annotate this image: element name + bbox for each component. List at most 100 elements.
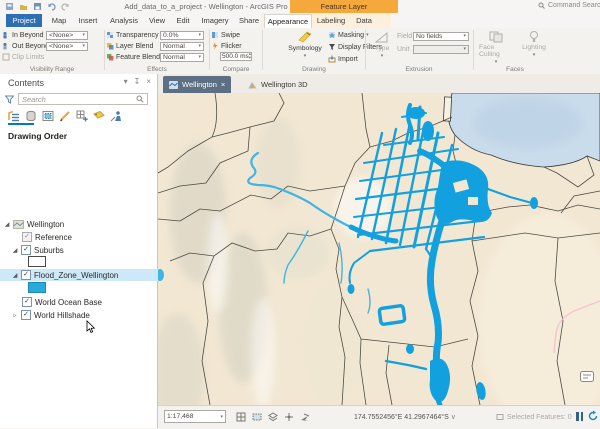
filter-icon[interactable] <box>5 95 14 104</box>
expand-icon[interactable]: ◢ <box>4 221 10 228</box>
tab-analysis[interactable]: Analysis <box>106 14 142 27</box>
extrusion-type-button[interactable]: Type▾ <box>369 30 395 59</box>
masking-label[interactable]: Masking <box>338 32 364 39</box>
ribbon-separator <box>209 30 210 70</box>
window-title: Add_data_to_a_project - Wellington - Arc… <box>120 2 292 11</box>
layer-row-reference[interactable]: ✓ Reference <box>0 231 180 243</box>
pause-drawing-button[interactable] <box>576 412 583 421</box>
tab-appearance[interactable]: Appearance <box>264 14 312 28</box>
zoom-full-icon[interactable] <box>284 412 294 422</box>
map-icon <box>13 220 24 229</box>
in-beyond-select[interactable]: <None>▾ <box>46 31 88 40</box>
view-tab-wellington-3d[interactable]: Wellington 3D <box>242 76 314 93</box>
transparency-icon <box>106 31 114 39</box>
layer-row-world-ocean-base[interactable]: ✓ World Ocean Base <box>0 296 180 308</box>
lighting-button[interactable]: Lighting▾ <box>517 30 551 58</box>
layer-row-suburbs[interactable]: ◢ ✓ Suburbs <box>0 244 170 256</box>
scale-select[interactable]: 1:17,468▾ <box>164 410 226 423</box>
statusbar-tools <box>236 412 310 422</box>
tab-edit[interactable]: Edit <box>171 14 195 27</box>
swipe-icon <box>211 31 219 39</box>
redo-icon[interactable] <box>60 1 70 11</box>
map-canvas[interactable] <box>158 93 600 405</box>
editing-icon[interactable] <box>59 110 71 122</box>
layer-checkbox[interactable]: ✓ <box>22 232 32 242</box>
ribbon-separator <box>473 30 474 70</box>
selected-features-icon <box>496 413 504 421</box>
navigate-icon[interactable] <box>300 412 310 422</box>
pin-icon[interactable]: ↧ <box>134 77 141 86</box>
extrusion-field-select[interactable]: No fields▾ <box>413 32 469 41</box>
coordinates-readout[interactable]: 174.7552456°E 41.2967464°S ∨ <box>354 413 474 421</box>
feature-blend-select[interactable]: Normal▾ <box>160 53 204 62</box>
layer-label[interactable]: World Hillshade <box>34 311 90 320</box>
extrusion-unit-select[interactable]: ▾ <box>413 45 469 54</box>
clip-limits-label[interactable]: Clip Limits <box>12 54 44 61</box>
tab-data[interactable]: Data <box>352 14 376 27</box>
contents-search-box[interactable]: Search <box>18 93 148 105</box>
scene-tab-icon <box>248 81 257 89</box>
flicker-duration-input[interactable]: 500.0 ms▴▾ <box>220 52 252 61</box>
save-icon[interactable] <box>32 1 42 11</box>
layer-checkbox[interactable]: ✓ <box>22 297 32 307</box>
layer-label[interactable]: Flood_Zone_Wellington <box>34 271 118 280</box>
tab-map[interactable]: Map <box>47 14 71 27</box>
expand-icon[interactable]: ▹ <box>12 312 18 319</box>
in-beyond-icon <box>2 31 10 39</box>
select-features-icon[interactable] <box>252 412 262 422</box>
tab-imagery[interactable]: Imagery <box>198 14 232 27</box>
tab-share[interactable]: Share <box>236 14 262 27</box>
pane-menu-icon[interactable]: ▾ <box>124 77 128 86</box>
suburbs-swatch[interactable] <box>28 256 46 267</box>
map-notification-icon[interactable] <box>580 371 594 382</box>
flood-zone-swatch[interactable] <box>28 282 46 293</box>
layer-blend-label: Layer Blend <box>116 43 158 50</box>
contents-toolbar <box>8 110 122 122</box>
symbology-button[interactable]: Symbology▾ <box>284 30 326 59</box>
labeling-icon[interactable] <box>93 110 105 122</box>
pan-tool-icon[interactable] <box>236 412 246 422</box>
layer-row-world-hillshade[interactable]: ▹ ✓ World Hillshade <box>0 309 170 321</box>
out-beyond-label: Out Beyond <box>12 43 44 50</box>
display-filters-icon <box>328 43 336 51</box>
layer-blend-select[interactable]: Normal▾ <box>160 42 204 51</box>
close-icon[interactable]: × <box>146 77 151 86</box>
open-icon[interactable] <box>18 1 28 11</box>
feature-blend-label: Feature Blend <box>116 54 158 61</box>
expand-icon[interactable]: ◢ <box>12 272 18 279</box>
layer-label[interactable]: Reference <box>35 233 72 242</box>
swipe-label[interactable]: Swipe <box>221 32 240 39</box>
tab-view[interactable]: View <box>144 14 170 27</box>
perspective-icon[interactable] <box>110 110 122 122</box>
layer-checkbox[interactable]: ✓ <box>21 270 31 280</box>
layer-label[interactable]: World Ocean Base <box>35 298 102 307</box>
project-icon[interactable] <box>4 1 14 11</box>
drawing-order-icon[interactable] <box>8 110 20 122</box>
data-source-icon[interactable] <box>25 110 37 122</box>
tab-insert[interactable]: Insert <box>74 14 102 27</box>
group-drawing: Symbology▾ Masking▾ Display Filters Impo… <box>264 28 364 74</box>
layer-checkbox[interactable]: ✓ <box>21 310 31 320</box>
face-culling-button[interactable]: Face Culling▾ <box>479 30 513 65</box>
out-beyond-select[interactable]: <None>▾ <box>46 42 88 51</box>
view-tab-wellington[interactable]: Wellington × <box>163 76 231 93</box>
layers-tool-icon[interactable] <box>268 412 278 422</box>
layer-checkbox[interactable]: ✓ <box>21 245 31 255</box>
tab-project[interactable]: Project <box>6 14 42 27</box>
tab-labeling[interactable]: Labeling <box>314 14 348 27</box>
selection-icon[interactable] <box>42 110 54 122</box>
snapping-icon[interactable] <box>76 110 88 122</box>
layer-row-flood-zone[interactable]: ◢ ✓ Flood_Zone_Wellington <box>0 269 170 281</box>
layer-label[interactable]: Wellington <box>27 220 64 229</box>
refresh-icon[interactable] <box>587 410 599 422</box>
layer-label[interactable]: Suburbs <box>34 246 64 255</box>
faces-group-label: Faces <box>475 66 555 73</box>
command-search[interactable]: Command Search <box>538 2 600 9</box>
group-extrusion: Type▾ Field No fields▾ Unit ▾ Extrusion <box>367 28 471 74</box>
expand-icon[interactable]: ◢ <box>12 247 18 254</box>
close-tab-icon[interactable]: × <box>221 80 225 89</box>
import-label[interactable]: Import <box>338 56 358 63</box>
transparency-input[interactable]: 0.0%▾ <box>160 31 204 40</box>
undo-icon[interactable] <box>46 1 56 11</box>
layer-row-map[interactable]: ◢ Wellington <box>0 218 162 230</box>
